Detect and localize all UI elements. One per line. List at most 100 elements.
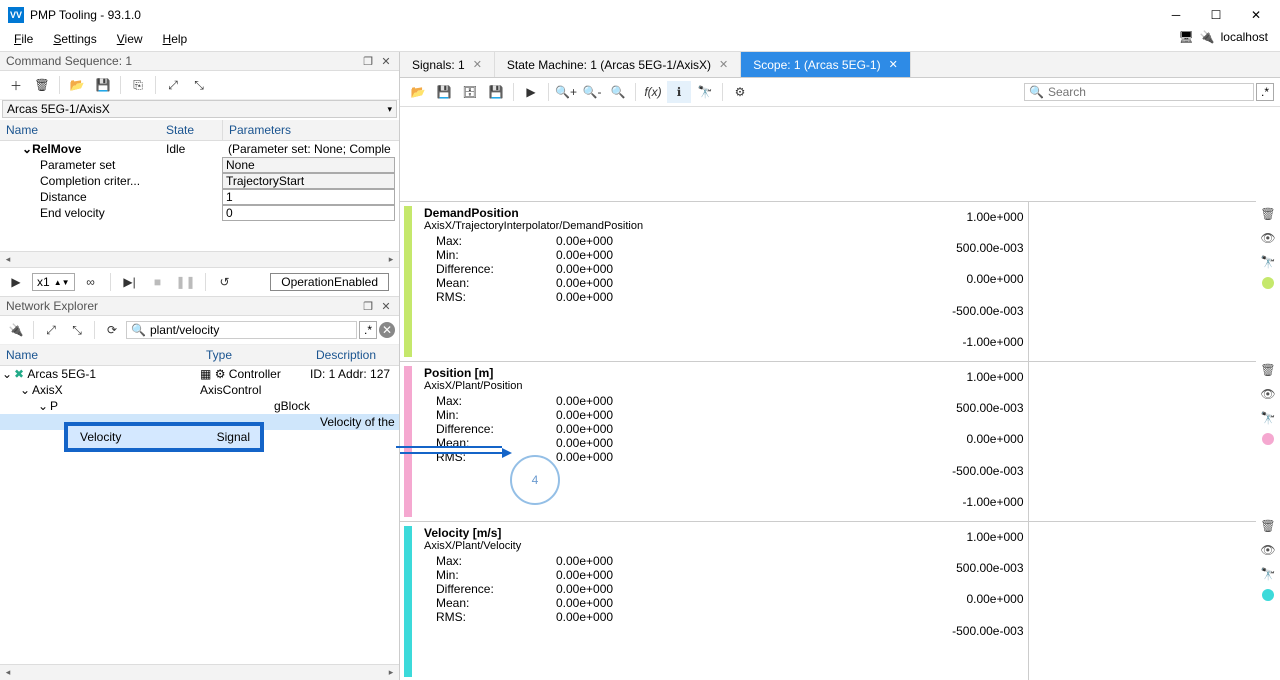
menu-settings[interactable]: Settings <box>43 30 106 48</box>
cmd-row-relmove[interactable]: ⌄RelMove Idle (Parameter set: None; Comp… <box>0 141 399 157</box>
ne-row-root[interactable]: ⌄✖ Arcas 5EG-1 ▦ ⚙ Controller ID: 1 Addr… <box>0 366 399 382</box>
binoculars-icon[interactable]: 🔭 <box>693 81 717 103</box>
col-type[interactable]: Type <box>200 345 310 365</box>
clear-search-icon[interactable]: ✕ <box>379 322 395 338</box>
tab-scope[interactable]: Scope: 1 (Arcas 5EG-1)✕ <box>741 52 911 77</box>
scroll-right-icon[interactable]: ▸ <box>383 665 399 680</box>
binoculars-icon[interactable]: 🔭 <box>1259 253 1277 271</box>
zoom-out-icon[interactable]: 🔍- <box>580 81 604 103</box>
col-name[interactable]: Name <box>0 345 200 365</box>
play-icon[interactable]: ▶ <box>4 271 28 293</box>
scope-plots: DemandPositionAxisX/TrajectoryInterpolat… <box>400 107 1256 680</box>
fx-icon[interactable]: f(x) <box>641 81 665 103</box>
trash-icon[interactable]: 🗑 <box>1259 517 1277 535</box>
operation-enabled-button[interactable]: OperationEnabled <box>270 273 389 291</box>
scope-toolbar: 📂 💾 🗄 💾 ▶ 🔍+ 🔍- 🔍 f(x) ℹ 🔭 ⚙ 🔍 .* <box>400 78 1280 107</box>
save-icon[interactable]: 💾 <box>432 81 456 103</box>
zoom-fit-icon[interactable]: 🔍 <box>606 81 630 103</box>
loop-icon[interactable]: ∞ <box>79 271 103 293</box>
scroll-left-icon[interactable]: ◂ <box>0 252 16 267</box>
close-icon[interactable]: ✕ <box>889 58 898 71</box>
restore-icon[interactable]: ❐ <box>361 299 375 313</box>
expand-icon[interactable]: ⤢ <box>161 74 185 96</box>
trash-icon[interactable]: 🗑 <box>1259 205 1277 223</box>
hscrollbar[interactable]: ◂ ▸ <box>0 251 399 267</box>
annotation-arrow <box>396 446 502 448</box>
maximize-button[interactable]: ☐ <box>1208 7 1224 23</box>
col-name[interactable]: Name <box>0 120 160 140</box>
signal-color-dot[interactable] <box>1262 277 1274 289</box>
menu-file[interactable]: File <box>4 30 43 48</box>
col-state[interactable]: State <box>160 120 222 140</box>
expand-icon[interactable]: ⤢ <box>39 319 63 341</box>
plot-area[interactable] <box>1028 202 1257 361</box>
open-icon[interactable]: 📂 <box>406 81 430 103</box>
trash-icon[interactable]: 🗑 <box>1259 361 1277 379</box>
hide-icon[interactable]: 👁 <box>1259 229 1277 247</box>
delete-icon[interactable]: 🗑 <box>30 74 54 96</box>
filter-mode-icon[interactable]: .* <box>1256 83 1274 101</box>
distance-input[interactable] <box>222 189 395 205</box>
filter-mode-icon[interactable]: .* <box>359 321 377 339</box>
close-icon[interactable]: ✕ <box>719 58 728 71</box>
plot-area[interactable] <box>1028 362 1257 521</box>
close-button[interactable]: ✕ <box>1248 7 1264 23</box>
endvel-input[interactable] <box>222 205 395 221</box>
tab-signals[interactable]: Signals: 1✕ <box>400 52 495 77</box>
chevron-down-icon[interactable]: ⌄ <box>36 399 50 413</box>
close-icon[interactable]: ✕ <box>473 58 482 71</box>
binoculars-icon[interactable]: 🔭 <box>1259 409 1277 427</box>
chevron-down-icon[interactable]: ⌄ <box>0 367 14 381</box>
minimize-button[interactable]: ─ <box>1168 7 1184 23</box>
menu-help[interactable]: Help <box>153 30 198 48</box>
menu-view[interactable]: View <box>107 30 153 48</box>
step-icon[interactable]: ▶| <box>118 271 142 293</box>
ne-search-input[interactable] <box>150 323 352 337</box>
hide-icon[interactable]: 👁 <box>1259 541 1277 559</box>
signal-color-dot[interactable] <box>1262 589 1274 601</box>
col-desc[interactable]: Description <box>310 345 399 365</box>
close-icon[interactable]: ✕ <box>379 54 393 68</box>
copy-icon[interactable]: ⎘ <box>126 74 150 96</box>
col-params[interactable]: Parameters <box>222 120 399 140</box>
param-set-value[interactable]: None <box>222 157 395 173</box>
hide-icon[interactable]: 👁 <box>1259 385 1277 403</box>
refresh-icon[interactable]: ⟳ <box>100 319 124 341</box>
plot-area[interactable] <box>1028 522 1257 680</box>
stop-icon[interactable]: ■ <box>146 271 170 293</box>
save-disk-icon[interactable]: 💾 <box>484 81 508 103</box>
scope-search[interactable]: 🔍 <box>1024 83 1254 101</box>
plug-icon[interactable]: 🔌 <box>4 319 28 341</box>
info-icon[interactable]: ℹ <box>667 81 691 103</box>
hscrollbar[interactable]: ◂ ▸ <box>0 664 399 680</box>
chevron-down-icon[interactable]: ⌄ <box>22 142 32 156</box>
open-icon[interactable]: 📂 <box>65 74 89 96</box>
restore-icon[interactable]: ❐ <box>361 54 375 68</box>
save-load-icon[interactable]: 🗄 <box>458 81 482 103</box>
ne-title: Network Explorer <box>6 299 357 313</box>
completion-value[interactable]: TrajectoryStart <box>222 173 395 189</box>
save-icon[interactable]: 💾 <box>91 74 115 96</box>
cmdseq-grid-header: Name State Parameters <box>0 120 399 141</box>
binoculars-icon[interactable]: 🔭 <box>1259 565 1277 583</box>
ne-row-plant[interactable]: ⌄P gBlock <box>0 398 399 414</box>
pause-icon[interactable]: ❚❚ <box>174 271 198 293</box>
gear-icon[interactable]: ⚙ <box>728 81 752 103</box>
play-icon[interactable]: ▶ <box>519 81 543 103</box>
scope-search-input[interactable] <box>1048 85 1249 99</box>
axis-combo[interactable]: Arcas 5EG-1/AxisX ▾ <box>2 100 397 118</box>
ne-search[interactable]: 🔍 <box>126 321 357 339</box>
ne-row-axis[interactable]: ⌄AxisX AxisControl <box>0 382 399 398</box>
undo-icon[interactable]: ↺ <box>213 271 237 293</box>
scroll-left-icon[interactable]: ◂ <box>0 665 16 680</box>
signal-color-dot[interactable] <box>1262 433 1274 445</box>
collapse-icon[interactable]: ⤡ <box>187 74 211 96</box>
scroll-right-icon[interactable]: ▸ <box>383 252 399 267</box>
add-icon[interactable]: ＋ <box>4 74 28 96</box>
speed-box[interactable]: x1▲▼ <box>32 273 75 291</box>
tab-state-machine[interactable]: State Machine: 1 (Arcas 5EG-1/AxisX)✕ <box>495 52 741 77</box>
chevron-down-icon[interactable]: ⌄ <box>18 383 32 397</box>
zoom-in-icon[interactable]: 🔍+ <box>554 81 578 103</box>
close-icon[interactable]: ✕ <box>379 299 393 313</box>
collapse-icon[interactable]: ⤡ <box>65 319 89 341</box>
